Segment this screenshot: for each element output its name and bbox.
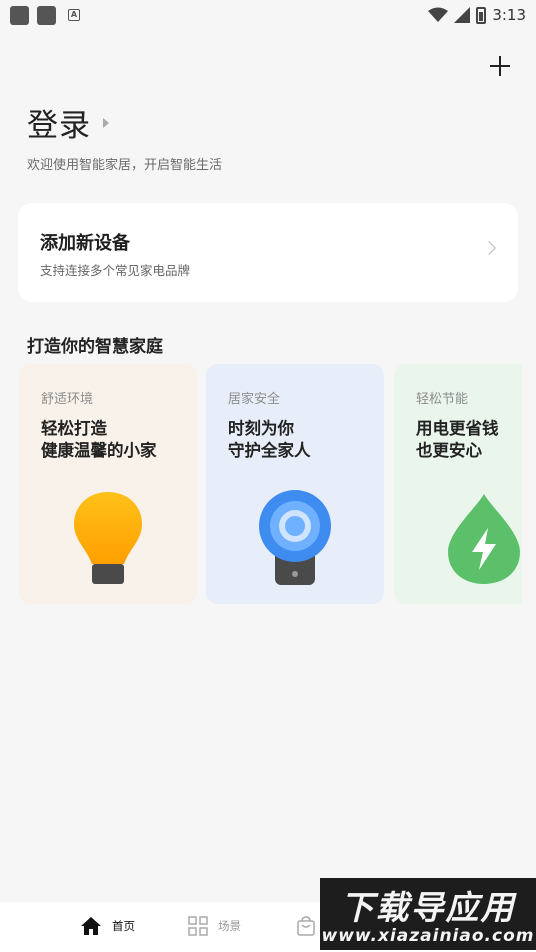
battery-icon — [476, 6, 487, 24]
scene-headline: 轻松打造 — [41, 419, 107, 438]
scene-card-energy[interactable]: 轻松节能 用电更省钱 也更安心 — [394, 364, 522, 604]
caret-right-icon — [103, 117, 109, 128]
scene-headline: 也更安心 — [416, 441, 482, 460]
scene-category: 轻松节能 — [416, 392, 469, 407]
grid-icon — [188, 916, 208, 936]
scene-headline: 健康温馨的小家 — [41, 441, 157, 460]
scene-card-comfort[interactable]: 舒适环境 轻松打造 健康温馨的小家 — [19, 364, 197, 604]
section-title: 打造你的智慧家庭 — [27, 337, 163, 357]
nav-label-home: 首页 — [112, 919, 135, 933]
status-left-icons: A — [10, 5, 80, 25]
nav-item-scenes[interactable]: 场景 — [188, 916, 241, 936]
nav-label-scenes: 场景 — [218, 919, 241, 933]
scene-category: 居家安全 — [228, 392, 281, 407]
status-time: 3:13 — [492, 6, 526, 24]
scene-card-security[interactable]: 居家安全 时刻为你 守护全家人 — [206, 364, 384, 604]
welcome-subtitle: 欢迎使用智能家居，开启智能生活 — [27, 158, 223, 173]
chevron-right-icon — [481, 240, 497, 256]
login-title: 登录 — [27, 108, 91, 144]
energy-drop-icon — [448, 494, 520, 584]
signal-icon — [454, 7, 471, 23]
security-camera-icon — [259, 490, 331, 585]
scene-headline: 守护全家人 — [228, 441, 311, 460]
watermark: 下载导应用 www.xiazainiao.com — [320, 878, 536, 950]
watermark-url: www.xiazainiao.com — [321, 926, 535, 946]
notification-icon — [37, 5, 56, 25]
add-device-card[interactable]: 添加新设备 支持连接多个常见家电品牌 — [18, 203, 518, 302]
add-device-title: 添加新设备 — [40, 233, 130, 254]
lightbulb-icon — [74, 492, 142, 584]
nav-item-home[interactable]: 首页 — [80, 916, 135, 936]
plus-icon[interactable] — [486, 52, 514, 80]
login-link[interactable]: 登录 — [27, 100, 109, 145]
shopping-bag-icon — [297, 916, 315, 936]
notification-icon — [10, 5, 29, 25]
status-bar: A 3:13 — [0, 0, 536, 30]
wifi-icon — [428, 7, 449, 22]
font-icon: A — [68, 9, 80, 21]
scene-headline: 时刻为你 — [228, 419, 294, 438]
home-icon — [81, 917, 101, 935]
scene-headline: 用电更省钱 — [416, 419, 499, 438]
watermark-title: 下载导应用 — [340, 888, 516, 927]
scene-category: 舒适环境 — [41, 392, 94, 407]
add-device-subtitle: 支持连接多个常见家电品牌 — [40, 263, 191, 278]
status-right-icons: 3:13 — [428, 6, 526, 24]
